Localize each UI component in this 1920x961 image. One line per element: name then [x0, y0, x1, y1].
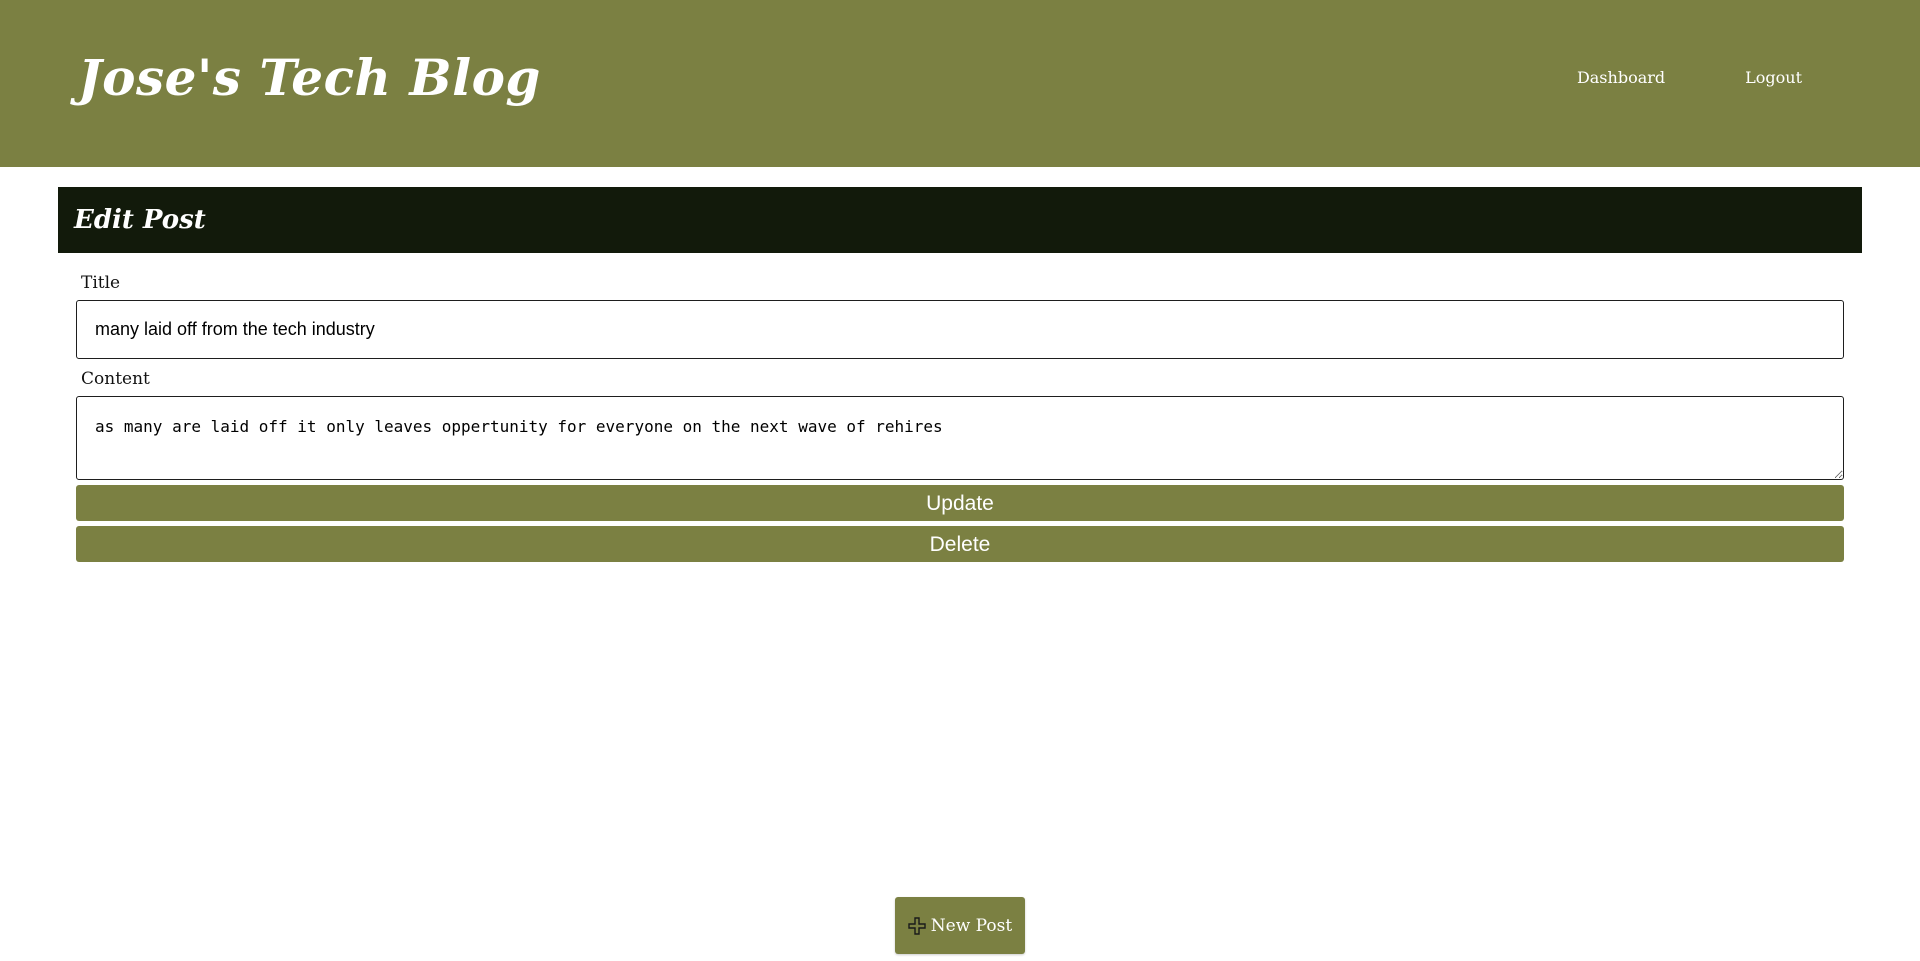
- update-button[interactable]: Update: [76, 485, 1844, 521]
- site-title: Jose's Tech Blog: [78, 48, 541, 107]
- content-textarea[interactable]: as many are laid off it only leaves oppe…: [76, 396, 1844, 480]
- delete-button[interactable]: Delete: [76, 526, 1844, 562]
- edit-post-heading: Edit Post: [74, 205, 206, 235]
- new-post-label: New Post: [930, 915, 1013, 936]
- main-nav: Dashboard Logout: [1577, 64, 1802, 92]
- title-label: Title: [81, 273, 121, 293]
- title-input[interactable]: [76, 300, 1844, 359]
- content-label: Content: [81, 369, 150, 389]
- edit-post-header: Edit Post: [58, 187, 1862, 253]
- site-header: Jose's Tech Blog Dashboard Logout: [0, 0, 1920, 167]
- nav-logout-link[interactable]: Logout: [1745, 64, 1802, 92]
- plus-icon: [908, 916, 926, 935]
- nav-dashboard-link[interactable]: Dashboard: [1577, 64, 1665, 92]
- edit-post-form: Title Content as many are laid off it on…: [76, 268, 1844, 567]
- new-post-button[interactable]: New Post: [895, 897, 1025, 954]
